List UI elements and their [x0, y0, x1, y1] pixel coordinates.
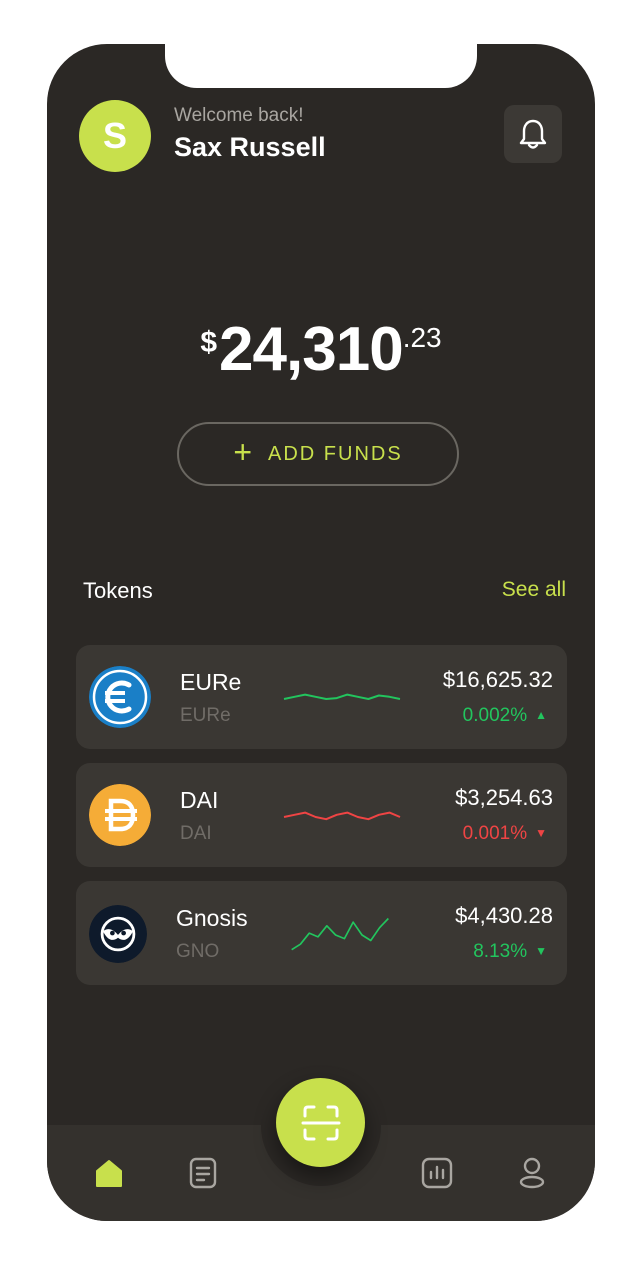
token-list: EURe EURe $16,625.32 0.002% ▲ DAI DAI $3,… — [76, 645, 567, 999]
notch — [165, 44, 477, 88]
scan-button[interactable] — [276, 1078, 365, 1167]
token-change: 8.13% ▼ — [473, 941, 547, 963]
notifications-button[interactable] — [504, 105, 562, 163]
euro-coin-icon — [89, 666, 151, 728]
token-row-gnosis[interactable]: Gnosis GNO $4,430.28 8.13% ▼ — [76, 881, 567, 985]
sparkline — [283, 693, 401, 700]
sparkline — [291, 917, 389, 951]
arrow-down-icon: ▼ — [535, 826, 547, 840]
arrow-up-icon: ▲ — [535, 708, 547, 722]
gnosis-owl-icon — [89, 905, 147, 963]
arrow-down-icon: ▼ — [535, 944, 547, 958]
home-icon — [96, 1160, 122, 1187]
token-price: $3,254.63 — [455, 785, 553, 810]
token-price: $16,625.32 — [442, 667, 553, 692]
token-row-dai[interactable]: DAI DAI $3,254.63 0.001% ▼ — [76, 763, 567, 867]
change-value: 0.002% — [462, 705, 528, 726]
sparkline-path — [283, 693, 401, 700]
dai-coin-icon — [89, 784, 151, 846]
add-funds-button[interactable]: + ADD FUNDS — [177, 422, 459, 486]
token-name: Gnosis — [176, 905, 248, 931]
nav-profile[interactable] — [514, 1155, 550, 1191]
tokens-heading: Tokens — [83, 578, 153, 603]
welcome-text: Welcome back! — [174, 105, 304, 126]
balance-main: 24,310 — [219, 315, 404, 384]
token-change: 0.001% ▼ — [463, 823, 547, 845]
profile-icon — [519, 1157, 545, 1189]
document-icon — [189, 1157, 217, 1189]
avatar[interactable]: S — [79, 100, 151, 172]
token-symbol: DAI — [180, 823, 212, 844]
nav-home[interactable] — [91, 1155, 127, 1191]
plus-icon: + — [233, 433, 254, 470]
balance-currency: $ — [200, 326, 218, 359]
see-all-link[interactable]: See all — [502, 578, 566, 602]
chart-icon — [421, 1157, 453, 1189]
sparkline — [283, 811, 401, 821]
sparkline-path — [283, 811, 401, 821]
add-funds-label: ADD FUNDS — [268, 442, 403, 465]
username: Sax Russell — [174, 132, 326, 162]
phone-screen: S Welcome back! Sax Russell $24,310.23 +… — [47, 44, 595, 1221]
token-symbol: GNO — [176, 941, 220, 962]
token-price: $4,430.28 — [455, 903, 553, 928]
balance-display: $24,310.23 — [47, 314, 595, 385]
bell-icon — [519, 119, 547, 149]
balance-cents: .23 — [402, 322, 442, 353]
change-value: 0.001% — [462, 823, 528, 844]
token-name: EURe — [180, 669, 242, 695]
token-name: DAI — [180, 787, 219, 813]
token-symbol: EURe — [180, 705, 231, 726]
sparkline-path — [291, 917, 389, 951]
token-row-eure[interactable]: EURe EURe $16,625.32 0.002% ▲ — [76, 645, 567, 749]
nav-documents[interactable] — [185, 1155, 221, 1191]
token-change: 0.002% ▲ — [463, 705, 547, 727]
change-value: 8.13% — [473, 941, 528, 962]
nav-stats[interactable] — [419, 1155, 455, 1191]
scan-icon — [301, 1105, 340, 1140]
